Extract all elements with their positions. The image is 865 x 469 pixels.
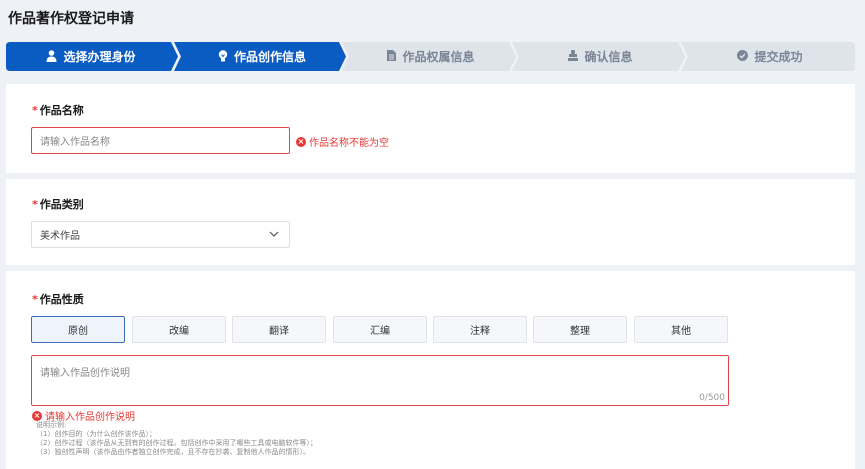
page-title: 作品著作权登记申请 (8, 11, 134, 27)
step-label: 确认信息 (584, 50, 633, 64)
step-work-creation-info[interactable]: 作品创作信息 (178, 42, 346, 71)
step-confirm-info[interactable]: 确认信息 (516, 42, 685, 71)
user-icon (46, 49, 57, 64)
hint-line-3: （3）独创性声明（该作品由作者独立创作完成，且不存在抄袭、复制他人作品的情形）。 (36, 448, 310, 456)
error-icon: × (32, 410, 42, 421)
nature-option-adaptation[interactable]: 改编 (132, 316, 226, 343)
step-submit-success[interactable]: 提交成功 (685, 42, 855, 71)
chevron-down-icon (269, 231, 279, 237)
work-nature-label: * 作品性质 (32, 293, 84, 306)
check-circle-icon (737, 50, 749, 63)
work-name-input[interactable]: 请输入作品名称 (31, 127, 290, 154)
bulb-icon (218, 49, 228, 64)
nature-option-compilation[interactable]: 汇编 (333, 316, 427, 343)
work-name-error: × 作品名称不能为空 (296, 136, 389, 149)
char-counter: 0/500 (699, 393, 725, 403)
step-work-ownership-info[interactable]: 作品权属信息 (346, 42, 516, 71)
step-select-identity[interactable]: 选择办理身份 (6, 42, 176, 71)
nature-option-annotation[interactable]: 注释 (433, 316, 527, 343)
creation-description-placeholder: 请输入作品创作说明 (40, 368, 130, 379)
document-icon (387, 50, 397, 63)
work-category-label: * 作品类别 (32, 198, 84, 211)
work-category-value: 美术作品 (40, 231, 80, 242)
nature-option-arrangement[interactable]: 整理 (533, 316, 627, 343)
work-name-label: * 作品名称 (32, 104, 84, 117)
work-name-placeholder: 请输入作品名称 (40, 137, 110, 148)
step-label: 作品权属信息 (402, 50, 475, 64)
step-label: 提交成功 (754, 50, 803, 64)
step-label: 选择办理身份 (63, 50, 136, 64)
error-icon: × (296, 136, 306, 147)
nature-option-translation[interactable]: 翻译 (232, 316, 326, 343)
nature-option-other[interactable]: 其他 (634, 316, 728, 343)
nature-option-original[interactable]: 原创 (31, 316, 125, 343)
progress-steps: 选择办理身份 作品创作信息 作品权属信息 确认信息 提交成功 (6, 42, 855, 71)
work-category-select[interactable]: 美术作品 (31, 221, 290, 248)
creation-description-textarea[interactable]: 请输入作品创作说明 0/500 (31, 355, 729, 406)
stamp-icon (568, 50, 579, 63)
step-label: 作品创作信息 (233, 50, 306, 64)
